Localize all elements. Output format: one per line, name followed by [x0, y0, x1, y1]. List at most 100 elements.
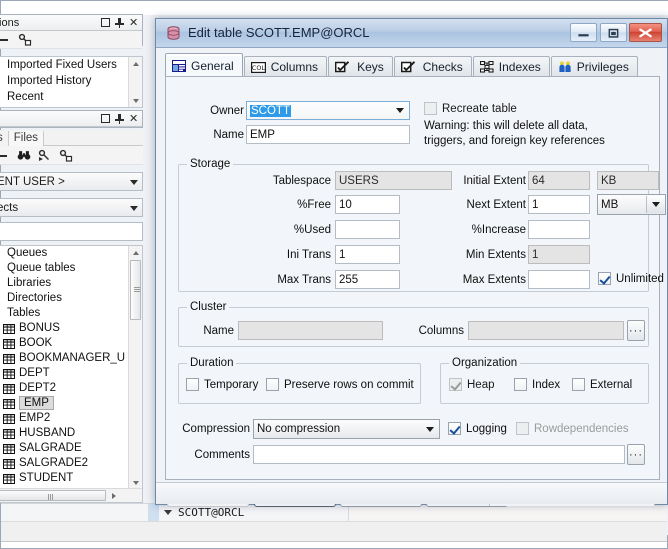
key-lock-icon[interactable]	[18, 33, 32, 46]
logging-checkbox[interactable]: Logging	[448, 422, 507, 435]
unlimited-checkbox[interactable]: Unlimited	[598, 272, 664, 285]
maximize-button[interactable]	[600, 23, 627, 42]
tree-item[interactable]: Directories	[0, 291, 129, 306]
tab-privileges[interactable]: Privileges	[550, 56, 638, 77]
tree-item-selected[interactable]: EMP	[0, 396, 129, 411]
left-panel-bottom-titlebar[interactable]: ✕	[0, 111, 142, 127]
tab-objects[interactable]: s	[0, 131, 9, 146]
tree-item[interactable]: DEPT	[0, 366, 129, 381]
object-search-input[interactable]	[0, 222, 143, 241]
tree-item[interactable]: DEPT2	[0, 381, 129, 396]
min-extents-input[interactable]: 1	[528, 245, 590, 264]
hscrollbar-thumb[interactable]	[0, 490, 106, 501]
list-item[interactable]: Recent	[0, 89, 142, 105]
pctfree-input[interactable]: 10	[335, 195, 400, 214]
dialog-titlebar[interactable]: Edit table SCOTT.EMP@ORCL	[156, 19, 667, 48]
owner-combo[interactable]: SCOTT	[246, 101, 410, 120]
minimize-button[interactable]	[570, 23, 597, 42]
tree-item[interactable]: Queues	[0, 246, 129, 261]
minus-icon[interactable]	[0, 33, 11, 46]
scroll-right-icon[interactable]	[107, 489, 120, 502]
preserve-rows-checkbox[interactable]: Preserve rows on commit	[266, 378, 414, 391]
object-type-combo[interactable]: ects	[0, 198, 143, 217]
cluster-columns-browse-button[interactable]: ···	[627, 320, 645, 341]
tree-item[interactable]: Libraries	[0, 276, 129, 291]
scroll-down-icon[interactable]	[129, 94, 142, 107]
temporary-checkbox[interactable]: Temporary	[186, 378, 258, 391]
ellipsis-icon: ···	[629, 448, 643, 461]
maxtrans-input[interactable]: 255	[335, 270, 400, 289]
left-panel-top-titlebar[interactable]: tions ✕	[0, 15, 142, 31]
tab-indexes[interactable]: Indexes	[472, 56, 550, 77]
initrans-input[interactable]: 1	[335, 245, 400, 264]
rowdependencies-checkbox[interactable]: Rowdependencies	[516, 422, 629, 435]
initial-extent-value: 64	[532, 174, 545, 187]
close-icon[interactable]: ✕	[129, 17, 138, 28]
key-lock-icon[interactable]	[59, 149, 73, 162]
tree-item[interactable]: SALGRADE	[0, 441, 129, 456]
left-panel-top-scrollbar[interactable]	[128, 57, 142, 107]
pctincrease-input[interactable]	[528, 220, 590, 239]
tree-item[interactable]: BONUS	[0, 321, 129, 336]
chevron-down-icon[interactable]	[164, 510, 172, 515]
comments-input[interactable]	[253, 445, 625, 464]
tree-item[interactable]: STUDENT	[0, 471, 129, 486]
cluster-columns-input[interactable]	[468, 321, 624, 340]
tab-checks[interactable]: Checks	[393, 56, 472, 77]
user-filter-combo[interactable]: ENT USER >	[0, 172, 143, 191]
index-checkbox[interactable]: Index	[514, 378, 560, 391]
next-extent-unit-combo[interactable]: MB	[597, 194, 666, 215]
tab-privileges-label: Privileges	[576, 60, 629, 74]
tree-item[interactable]: BOOK	[0, 336, 129, 351]
tree-item[interactable]: HUSBAND	[0, 426, 129, 441]
tab-columns[interactable]: COL Columns	[243, 56, 328, 77]
tab-general[interactable]: General	[165, 53, 243, 77]
left-panel-top-list[interactable]: Imported Fixed Users Imported History Re…	[0, 56, 143, 108]
minus-icon[interactable]	[0, 149, 10, 162]
max-extents-input[interactable]	[528, 270, 590, 289]
tree-item[interactable]: BOOKMANAGER_U	[0, 351, 129, 366]
owner-label: Owner	[210, 105, 244, 117]
pin-icon[interactable]	[115, 18, 124, 28]
comments-browse-button[interactable]: ···	[627, 444, 645, 465]
tab-files[interactable]: Files	[8, 131, 45, 146]
object-tree-hscrollbar[interactable]	[0, 488, 142, 502]
scrollbar-thumb[interactable]	[130, 260, 141, 320]
initial-extent-input[interactable]: 64	[528, 171, 590, 190]
table-name-input[interactable]: EMP	[246, 125, 410, 144]
tree-item[interactable]: EMP2	[0, 411, 129, 426]
initial-extent-unit[interactable]: KB	[597, 171, 659, 190]
key-refresh-icon[interactable]	[38, 149, 52, 162]
tree-item[interactable]: Queue tables	[0, 261, 129, 276]
scroll-up-icon[interactable]	[129, 246, 142, 259]
square-icon[interactable]	[101, 18, 110, 27]
heap-checkbox[interactable]: Heap	[449, 378, 495, 391]
scroll-up-icon[interactable]	[129, 57, 142, 70]
next-extent-input[interactable]: 1	[528, 195, 590, 214]
tree-item[interactable]: SALGRADE2	[0, 456, 129, 471]
maximize-icon	[608, 28, 619, 38]
object-tree-scrollbar[interactable]	[128, 246, 142, 489]
pin-icon[interactable]	[115, 114, 124, 124]
pctused-input[interactable]	[335, 220, 400, 239]
object-tree[interactable]: Queues Queue tables Libraries Directories Ta…	[0, 245, 143, 503]
square-icon[interactable]	[101, 114, 110, 123]
close-icon[interactable]: ✕	[129, 113, 138, 124]
cluster-name-input[interactable]	[238, 321, 383, 340]
chevron-down-icon[interactable]	[646, 196, 664, 213]
chevron-down-icon[interactable]	[421, 421, 438, 437]
binoculars-icon[interactable]	[17, 149, 31, 162]
tree-item[interactable]: Tables	[0, 306, 129, 321]
pctused-label: %Used	[293, 224, 331, 236]
close-button[interactable]	[629, 23, 662, 42]
checkbox-box	[449, 378, 462, 391]
compression-combo[interactable]: No compression	[253, 419, 440, 439]
tree-item-label: Queue tables	[7, 262, 76, 274]
list-item[interactable]: Imported History	[0, 73, 142, 89]
recreate-table-checkbox[interactable]: Recreate table	[424, 102, 517, 115]
chevron-down-icon[interactable]	[392, 103, 408, 118]
external-checkbox[interactable]: External	[572, 378, 632, 391]
checkbox-box	[266, 378, 279, 391]
tab-keys[interactable]: Keys	[328, 56, 393, 77]
list-item[interactable]: Imported Fixed Users	[0, 57, 142, 73]
